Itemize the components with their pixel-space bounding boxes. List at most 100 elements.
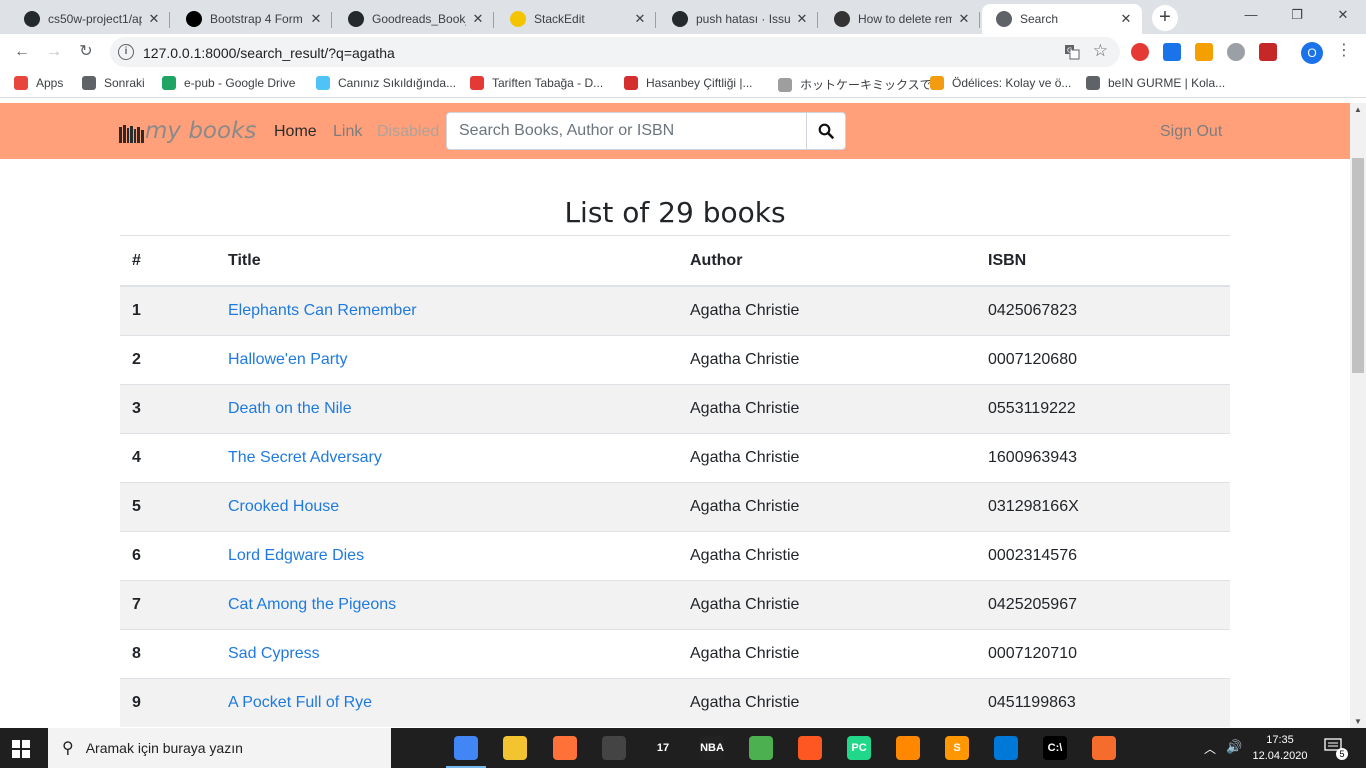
windows-start-icon[interactable] xyxy=(12,740,30,758)
page-viewport: my books Home Link Disabled Sign Out Lis… xyxy=(0,103,1350,728)
bookmark-item[interactable]: Canınız Sıkıldığında... xyxy=(316,76,456,90)
address-bar[interactable]: i 127.0.0.1:8000/search_result/?q=agatha… xyxy=(110,37,1120,67)
book-title-link[interactable]: Elephants Can Remember xyxy=(228,302,417,319)
bookmark-item[interactable]: Sonraki xyxy=(82,76,145,90)
title-cell: Hallowe'en Party xyxy=(216,334,678,384)
browser-tab[interactable]: StackEdit ✕ xyxy=(496,4,656,34)
bookmark-item[interactable]: beIN GURME | Kola... xyxy=(1086,76,1225,90)
house-icon xyxy=(930,76,944,90)
book-title-link[interactable]: Lord Edgware Dies xyxy=(228,547,364,564)
k-extension-icon[interactable] xyxy=(1195,43,1213,61)
scrollbar-thumb[interactable] xyxy=(1352,158,1364,373)
minimize-button[interactable]: — xyxy=(1228,0,1274,30)
bookmark-item[interactable]: Hasanbey Çiftliği |... xyxy=(624,76,753,90)
close-tab-icon[interactable]: ✕ xyxy=(632,11,648,27)
scroll-up-arrow-icon[interactable]: ▲ xyxy=(1354,105,1362,114)
spreadsheet-icon[interactable] xyxy=(749,736,773,760)
browser-tab[interactable]: Bootstrap 4 Form ✕ xyxy=(172,4,332,34)
nav-link[interactable]: Link xyxy=(333,123,362,141)
adblock-extension-icon[interactable] xyxy=(1131,43,1149,61)
chart-extension-icon[interactable] xyxy=(1163,43,1181,61)
origin-icon[interactable] xyxy=(1092,736,1116,760)
book-title-link[interactable]: Sad Cypress xyxy=(228,645,320,662)
nba-2k-icon[interactable]: NBA xyxy=(700,736,724,760)
taskbar-search[interactable]: ⚲ Aramak için buraya yazın xyxy=(48,728,391,768)
profile-avatar[interactable]: O xyxy=(1301,42,1323,64)
bookmark-label: Ödélices: Kolay ve ö... xyxy=(952,76,1072,90)
book-title-link[interactable]: Cat Among the Pigeons xyxy=(228,596,396,613)
book-title-link[interactable]: Crooked House xyxy=(228,498,339,515)
browser-tab[interactable]: Search ✕ xyxy=(982,4,1142,34)
back-button[interactable]: ← xyxy=(10,40,34,64)
search-button[interactable] xyxy=(806,112,846,150)
page-scrollbar[interactable]: ▲ ▼ xyxy=(1350,103,1366,728)
notification-count: 5 xyxy=(1336,748,1348,760)
book-title-link[interactable]: A Pocket Full of Rye xyxy=(228,694,372,711)
close-tab-icon[interactable]: ✕ xyxy=(470,11,486,27)
volume-icon[interactable]: 🔊 xyxy=(1226,739,1242,779)
nav-disabled-link: Disabled xyxy=(377,123,440,140)
search-input[interactable] xyxy=(447,113,806,149)
bookmark-item[interactable]: e-pub - Google Drive xyxy=(162,76,295,90)
bookmark-star-icon[interactable]: ☆ xyxy=(1093,41,1108,61)
close-tab-icon[interactable]: ✕ xyxy=(794,11,810,27)
book-title-link[interactable]: The Secret Adversary xyxy=(228,449,382,466)
system-clock[interactable]: 17:35 12.04.2020 xyxy=(1250,732,1310,764)
new-tab-button[interactable]: + xyxy=(1152,5,1178,31)
close-tab-icon[interactable]: ✕ xyxy=(308,11,324,27)
scroll-down-arrow-icon[interactable]: ▼ xyxy=(1354,717,1362,726)
table-row: 7 Cat Among the Pigeons Agatha Christie 042… xyxy=(120,579,1230,629)
browser-tab[interactable]: How to delete rem ✕ xyxy=(820,4,980,34)
app-17-icon[interactable]: 17 xyxy=(651,736,675,760)
drive-icon xyxy=(162,76,176,90)
chrome-menu-icon[interactable]: ⋮ xyxy=(1336,42,1352,60)
translate-icon[interactable]: G xyxy=(1064,44,1080,63)
pycharm-icon[interactable]: PC xyxy=(847,736,871,760)
url-text[interactable]: 127.0.0.1:8000/search_result/?q=agatha xyxy=(143,45,395,61)
sublime-icon[interactable]: S xyxy=(945,736,969,760)
browser-tab[interactable]: push hatası · Issue ✕ xyxy=(658,4,818,34)
sign-out-link[interactable]: Sign Out xyxy=(1160,123,1222,141)
brand-text: my books xyxy=(145,118,257,144)
isbn-cell: 031298166X xyxy=(976,481,1230,531)
close-window-button[interactable]: ✕ xyxy=(1320,0,1366,30)
site-info-icon[interactable]: i xyxy=(118,44,134,60)
task-view-icon[interactable] xyxy=(404,736,428,760)
brand-link[interactable]: my books xyxy=(119,119,256,143)
bookmark-item[interactable]: Apps xyxy=(14,76,63,90)
globe-icon xyxy=(82,76,96,90)
close-tab-icon[interactable]: ✕ xyxy=(1118,11,1134,27)
vscode-icon[interactable] xyxy=(994,736,1018,760)
sync-icon[interactable] xyxy=(798,736,822,760)
vlc-icon[interactable] xyxy=(896,736,920,760)
forward-button[interactable]: → xyxy=(42,40,66,64)
terminal-app-icon[interactable] xyxy=(602,736,626,760)
browser-tab[interactable]: cs50w-project1/ap ✕ xyxy=(10,4,170,34)
table-row: 4 The Secret Adversary Agatha Christie 1600… xyxy=(120,432,1230,482)
circle-extension-icon[interactable] xyxy=(1227,43,1245,61)
close-tab-icon[interactable]: ✕ xyxy=(956,11,972,27)
firefox-icon[interactable] xyxy=(553,736,577,760)
cmd-icon[interactable]: C:\ xyxy=(1043,736,1067,760)
bookmark-item[interactable]: Ödélices: Kolay ve ö... xyxy=(930,76,1071,90)
bookmark-item[interactable]: Tariften Tabağa - D... xyxy=(470,76,603,90)
tray-chevron-icon[interactable]: ︿ xyxy=(1204,740,1216,780)
github-icon xyxy=(348,11,364,27)
row-number: 6 xyxy=(120,530,216,580)
notification-center-icon[interactable]: 5 xyxy=(1324,738,1348,760)
book-title-link[interactable]: Hallowe'en Party xyxy=(228,351,348,368)
close-tab-icon[interactable]: ✕ xyxy=(146,11,162,27)
book-title-link[interactable]: Death on the Nile xyxy=(228,400,352,417)
file-explorer-icon[interactable] xyxy=(503,736,527,760)
drop-icon xyxy=(316,76,330,90)
nav-home-link[interactable]: Home xyxy=(274,123,317,141)
reload-button[interactable]: ↻ xyxy=(74,40,98,64)
browser-tab[interactable]: Goodreads_Book_ ✕ xyxy=(334,4,494,34)
row-number: 4 xyxy=(120,432,216,482)
chrome-icon[interactable] xyxy=(446,736,486,768)
bookmark-item[interactable]: ホットケーキミックスで... xyxy=(778,76,942,93)
book-extension-icon[interactable] xyxy=(1259,43,1277,61)
restore-button[interactable]: ❐ xyxy=(1274,0,1320,30)
isbn-cell: 0425205967 xyxy=(976,579,1230,629)
bookmark-label: ホットケーキミックスで... xyxy=(800,78,942,92)
